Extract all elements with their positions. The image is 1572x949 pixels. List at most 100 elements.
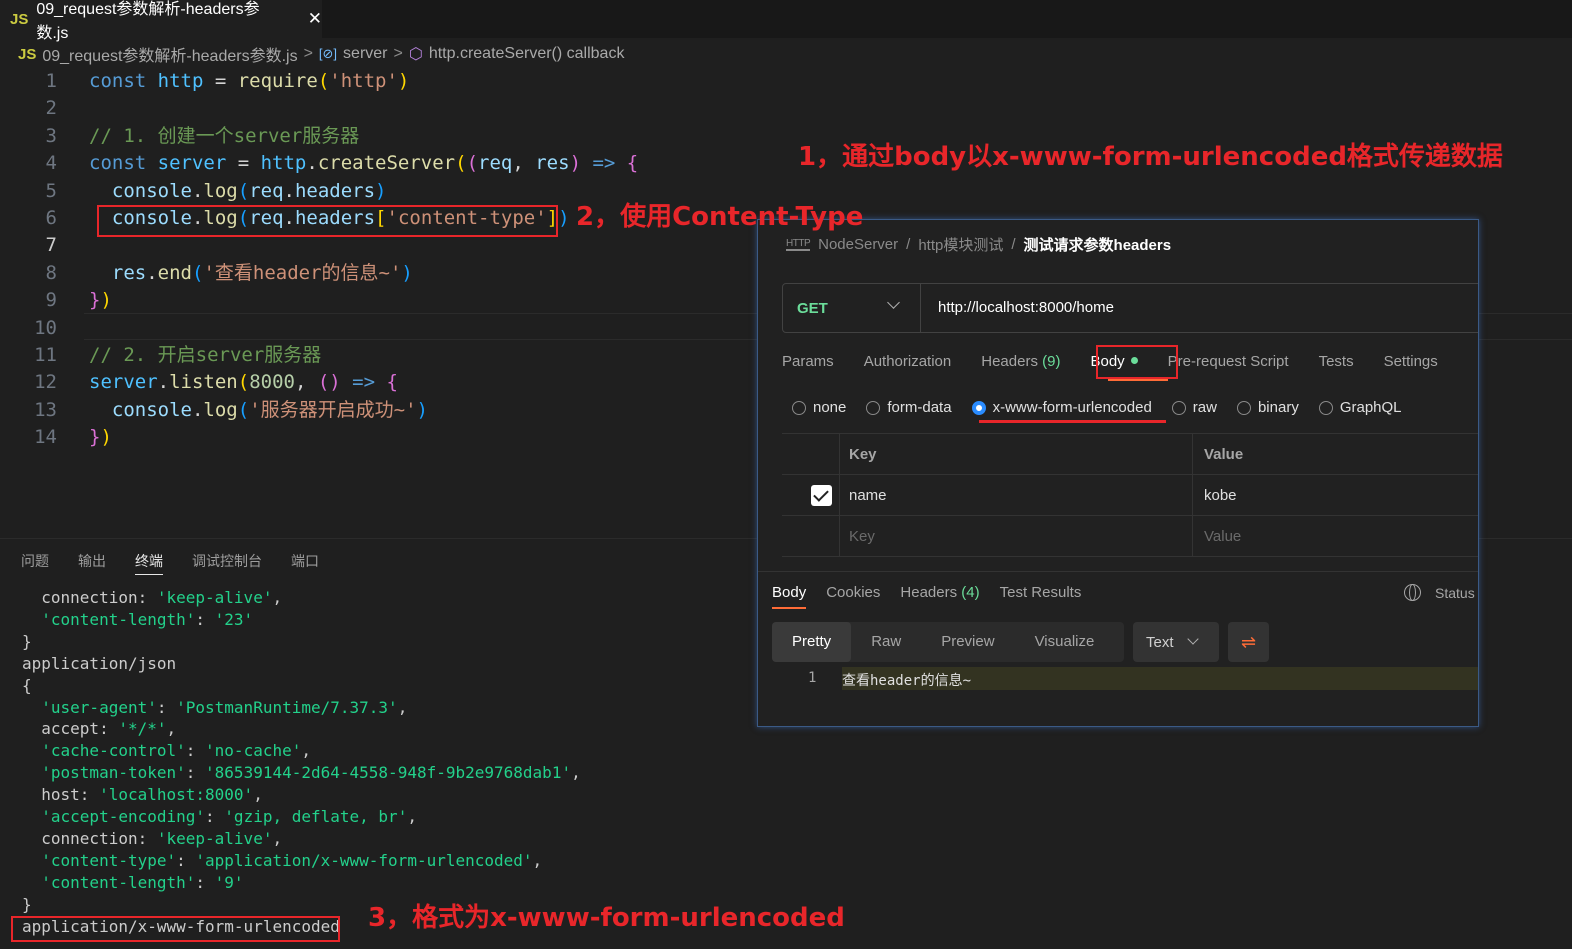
panel-tab[interactable]: 调试控制台 (192, 551, 262, 575)
code-token: ) (569, 152, 582, 175)
terminal-string: 'no-cache' (205, 741, 302, 761)
response-tab-cookies[interactable]: Cookies (826, 584, 880, 609)
tab-pre-request-script[interactable]: Pre-request Script (1168, 353, 1289, 370)
radio-label: form-data (887, 399, 952, 416)
view-tab-raw[interactable]: Raw (851, 622, 921, 662)
terminal-text: connection: (22, 588, 157, 607)
wrap-lines-icon[interactable]: ⇌ (1228, 622, 1269, 662)
radio-binary[interactable]: binary (1236, 399, 1299, 416)
panel-tab[interactable]: 输出 (78, 551, 106, 575)
panel-tab-bar: 问题 输出 终端 调试控制台 端口 (21, 551, 319, 575)
status-label: Status (1435, 584, 1475, 601)
row-key[interactable]: name (849, 487, 887, 504)
response-body-text: 查看header的信息~ (842, 667, 1478, 690)
tab-tests[interactable]: Tests (1319, 353, 1354, 370)
tab-params[interactable]: Params (782, 353, 834, 370)
code-token: ( (191, 261, 204, 284)
terminal-line: 'content-length': '23' (22, 609, 253, 631)
code-token: listen (169, 371, 238, 394)
response-tab-body[interactable]: Body (772, 584, 807, 609)
code-token: ) (397, 70, 410, 92)
radio-form-data[interactable]: form-data (866, 399, 952, 416)
response-body-line[interactable]: 1 查看header的信息~ (772, 667, 1478, 690)
response-tab-test-results[interactable]: Test Results (1000, 584, 1082, 609)
view-tab-visualize[interactable]: Visualize (1015, 622, 1115, 662)
tab-authorization[interactable]: Authorization (864, 353, 952, 370)
code-text: // 2. 开启server服务器 (89, 342, 321, 369)
view-tab-pretty[interactable]: Pretty (772, 622, 852, 662)
variable-icon: [⊘] (318, 46, 338, 61)
key-input[interactable]: Key (849, 528, 875, 545)
code-token: end (157, 261, 192, 284)
terminal-string: 'keep-alive' (156, 828, 273, 848)
panel-tab[interactable]: 问题 (21, 551, 49, 575)
method-select[interactable]: GET (783, 284, 921, 332)
terminal-line: 'content-type': 'application/x-www-form-… (22, 850, 542, 872)
code-token: 8000 (249, 371, 295, 394)
code-line[interactable]: 2 (0, 95, 1572, 122)
terminal-string: 'PostmanRuntime/7.37.3' (176, 697, 398, 717)
response-divider[interactable] (758, 571, 1478, 572)
code-token: ) (416, 398, 428, 421)
response-view-tabs: Pretty Raw Preview Visualize (772, 622, 1124, 662)
request-name[interactable]: 测试请求参数headers (1024, 234, 1172, 255)
line-number: 1 (45, 70, 57, 92)
tab-settings[interactable]: Settings (1384, 353, 1438, 370)
terminal-line: 'user-agent': 'PostmanRuntime/7.37.3', (22, 697, 407, 719)
breadcrumb-function[interactable]: http.createServer() callback (429, 45, 625, 63)
terminal-string: 'localhost:8000' (99, 785, 254, 805)
code-token: . (283, 179, 295, 202)
table-row-empty: Key Value (782, 516, 1478, 557)
terminal-string: 'postman-token' (41, 763, 186, 783)
panel-tab[interactable]: 终端 (135, 551, 163, 575)
terminal-text: } (22, 631, 32, 651)
radio-none[interactable]: none (792, 399, 846, 416)
js-file-icon: JS (10, 10, 29, 28)
line-number: 9 (45, 289, 57, 312)
format-select[interactable]: Text (1133, 622, 1219, 662)
code-token: server (157, 152, 227, 175)
value-input[interactable]: Value (1192, 516, 1241, 556)
globe-icon[interactable] (1404, 584, 1421, 601)
url-input[interactable]: http://localhost:8000/home (938, 299, 1114, 316)
radio-raw[interactable]: raw (1171, 399, 1217, 416)
terminal-line: host: 'localhost:8000', (22, 784, 263, 806)
code-text: res.end('查看header的信息~') (89, 260, 413, 287)
breadcrumb-scope[interactable]: server (343, 45, 387, 63)
code-token: . (146, 261, 158, 284)
terminal-text: , (166, 719, 177, 739)
terminal-text: host: (22, 785, 100, 805)
line-number: 7 (45, 234, 57, 257)
table-header-row: Key Value (782, 434, 1478, 475)
terminal-line: connection: 'keep-alive', (22, 587, 282, 609)
terminal-string: '86539144-2d64-4558-948f-9b2e9768dab1' (205, 763, 572, 783)
tab-headers[interactable]: Headers (9) (981, 353, 1060, 370)
headers-count: (9) (1042, 353, 1061, 370)
breadcrumb-file[interactable]: 09_request参数解析-headers参数.js (42, 42, 297, 66)
code-line[interactable]: 1 const http = require('http') (0, 68, 1572, 95)
code-token: log (203, 179, 238, 202)
breadcrumb-separator: / (1011, 236, 1016, 253)
radio-GraphQL[interactable]: GraphQL (1318, 399, 1402, 416)
line-number: 10 (34, 316, 57, 339)
terminal-string: 'cache-control' (41, 741, 186, 761)
view-tab-preview[interactable]: Preview (921, 622, 1014, 662)
annotation-box-body-tab (1096, 345, 1178, 379)
row-enabled-checkbox[interactable] (811, 485, 832, 506)
code-token: } (89, 289, 101, 312)
radio-circle-icon (1236, 400, 1251, 415)
editor-tab[interactable]: JS 09_request参数解析-headers参数.js ✕ (0, 0, 322, 42)
breadcrumb-folder[interactable]: http模块测试 (918, 234, 1003, 255)
close-icon[interactable]: ✕ (308, 9, 322, 29)
code-token: createServer (317, 152, 456, 175)
response-tab-headers[interactable]: Headers (4) (900, 584, 979, 609)
panel-tab[interactable]: 端口 (291, 551, 319, 575)
code-token: . (157, 371, 170, 394)
radio-x-www-form-urlencoded[interactable]: x-www-form-urlencoded (971, 399, 1152, 416)
breadcrumb-collection[interactable]: NodeServer (818, 236, 898, 253)
terminal-text: , (397, 697, 408, 717)
row-value[interactable]: kobe (1192, 475, 1237, 515)
terminal-text: : (195, 609, 215, 629)
code-token: ) (100, 289, 112, 312)
method-cube-icon: ⬡ (408, 46, 423, 63)
